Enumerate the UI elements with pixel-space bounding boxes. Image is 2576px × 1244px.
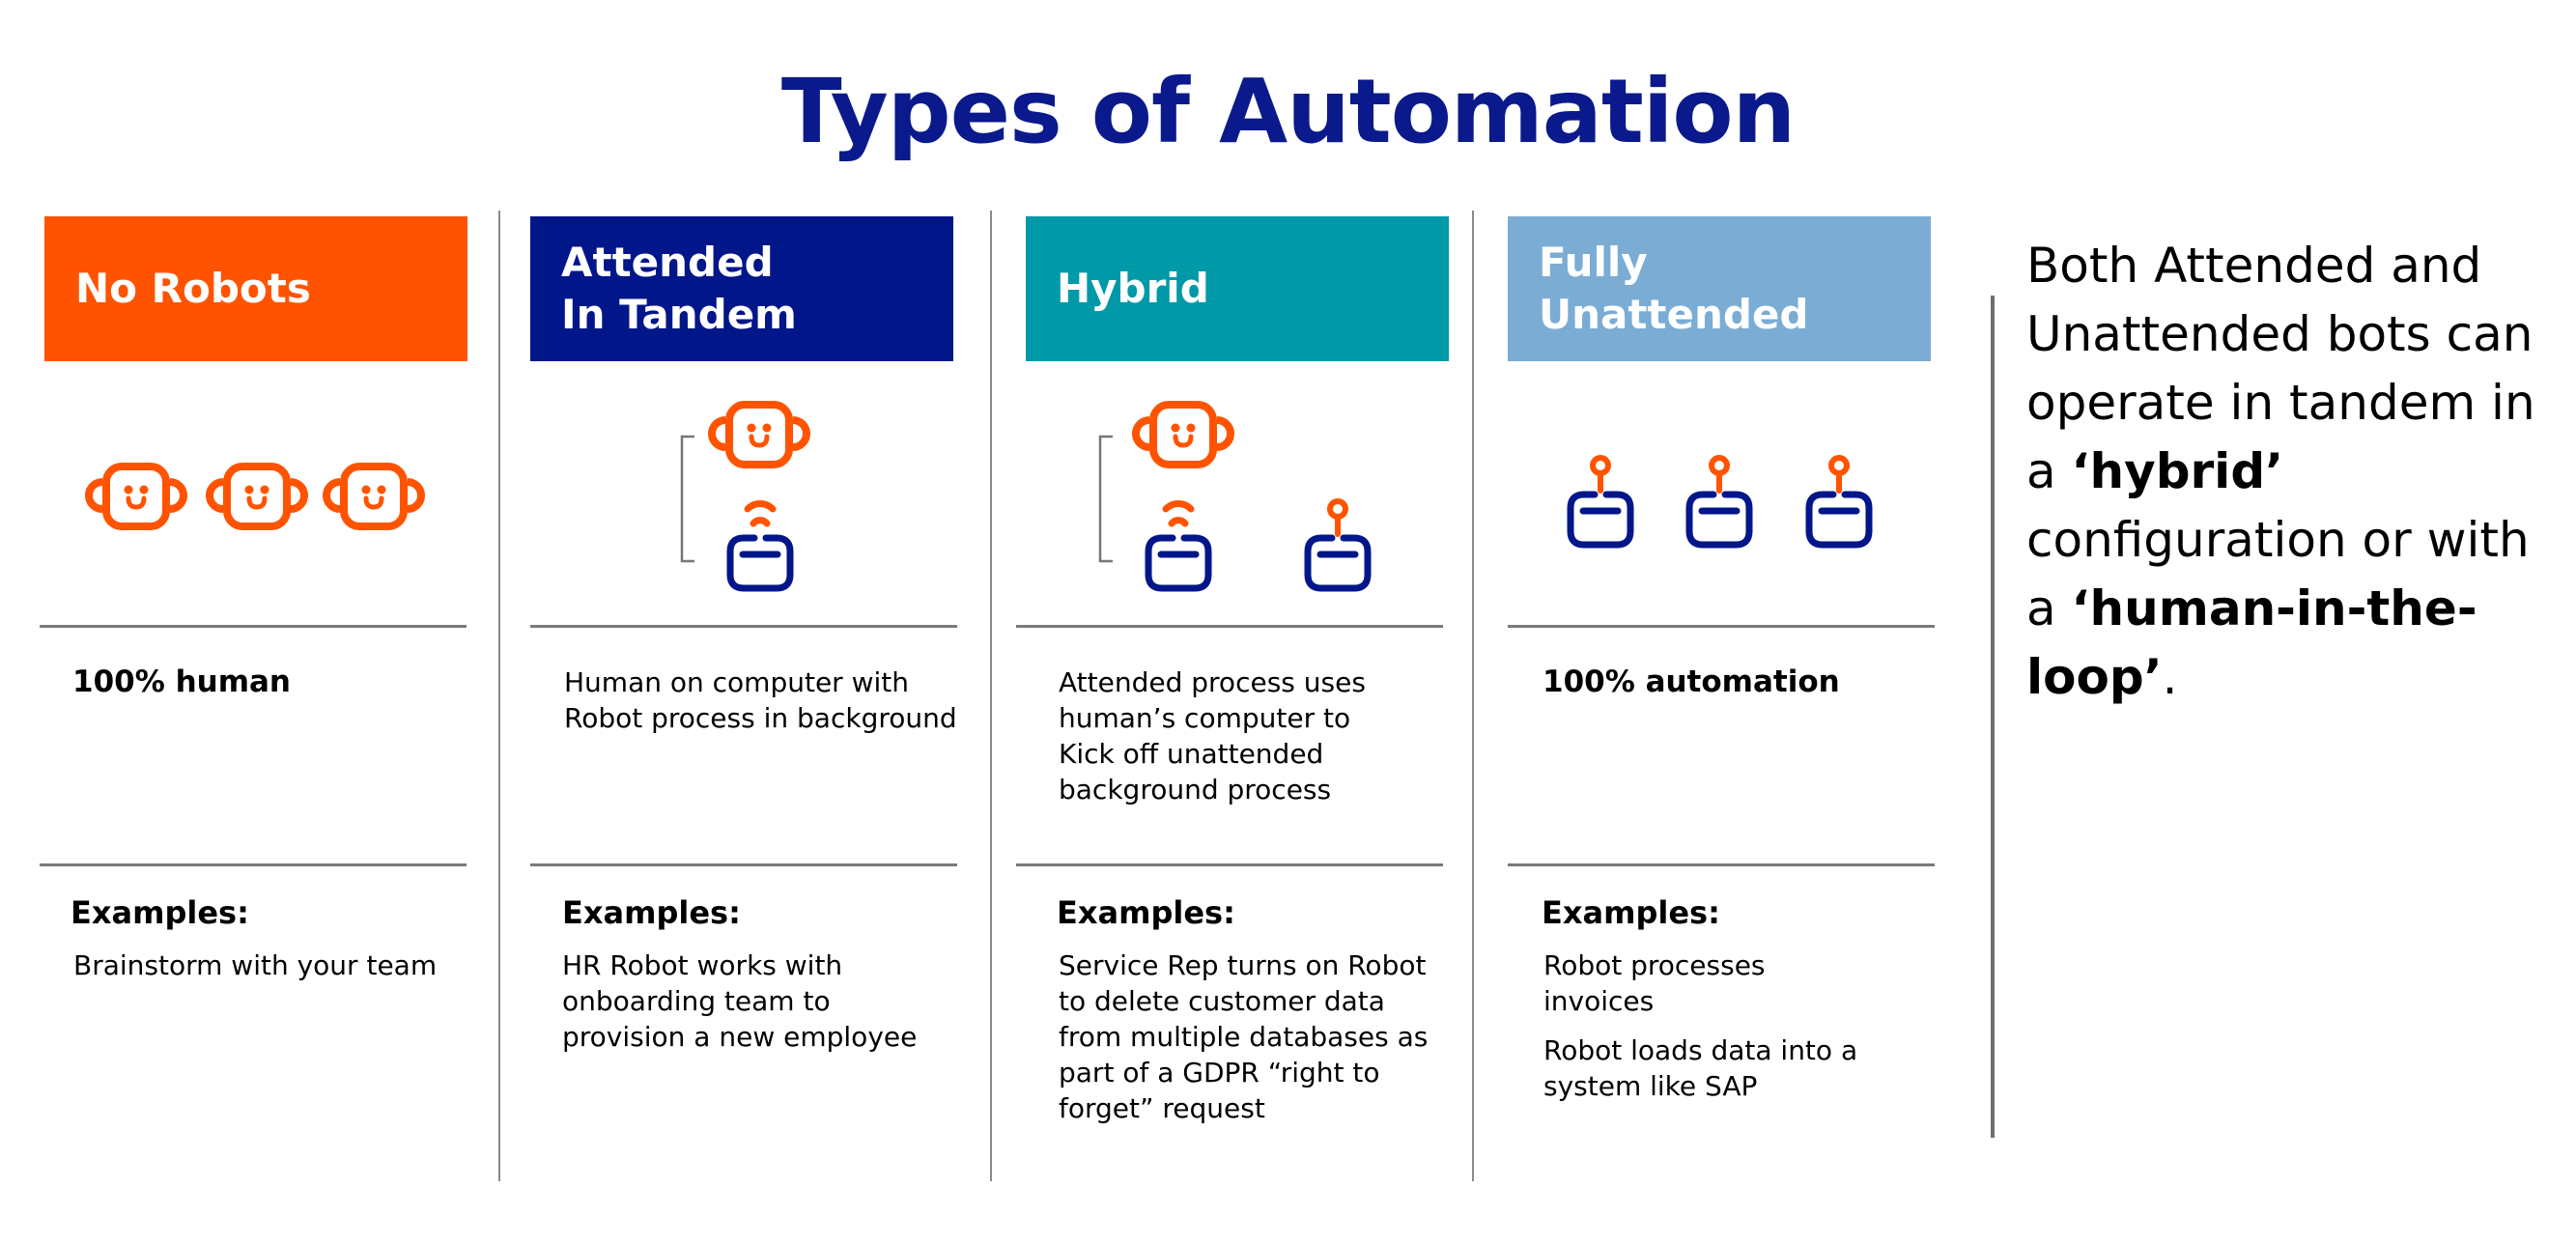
side-note-line: Both Attended and: [2026, 232, 2567, 300]
header-line: Unattended: [1539, 291, 1809, 338]
side-note-text: a: [2026, 580, 2072, 636]
human-robot-face-icon: [340, 463, 408, 530]
header-line: Fully: [1539, 239, 1648, 286]
example-line: part of a GDPR “right to: [1059, 1057, 1380, 1088]
side-note-emphasis: ‘hybrid’: [2071, 443, 2284, 499]
example-item: Brainstorm with your team: [73, 947, 469, 983]
example-line: system like SAP: [1543, 1070, 1758, 1102]
description-fully-unattended: 100% automation: [1543, 664, 1948, 700]
description-line: Robot process in background: [564, 702, 957, 734]
attended-bot-wifi-icon: [726, 534, 794, 592]
examples-attended: HR Robot works with onboarding team to p…: [562, 947, 958, 1068]
column-divider: [990, 211, 992, 1181]
side-note-emphasis: loop’: [2026, 649, 2163, 705]
side-note-text: configuration or with: [2026, 512, 2530, 568]
row-separator: [530, 863, 957, 866]
row-separator: [1508, 625, 1935, 628]
description-line: Kick off unattended: [1059, 738, 1324, 770]
header-no-robots: No Robots: [44, 216, 467, 361]
header-line: Hybrid: [1057, 265, 1209, 312]
side-note-text: operate in tandem in: [2026, 375, 2535, 431]
example-line: Robot processes: [1543, 949, 1766, 981]
description-line: background process: [1059, 774, 1332, 806]
unattended-bot-antenna-icon: [1567, 491, 1634, 549]
examples-hybrid: Service Rep turns on Robot to delete cus…: [1059, 947, 1474, 1140]
bracket-connector-icon: [680, 435, 694, 563]
row-separator: [1508, 863, 1935, 866]
page-title: Types of Automation: [780, 60, 1796, 163]
example-item: HR Robot works with onboarding team to p…: [562, 947, 958, 1055]
examples-label: Examples:: [71, 894, 249, 931]
header-fully-unattended: Fully Unattended: [1508, 216, 1931, 361]
example-line: invoices: [1543, 985, 1655, 1017]
side-note-text: Unattended bots can: [2026, 306, 2534, 362]
human-robot-face-icon: [1149, 401, 1217, 468]
unattended-bot-antenna-icon: [1304, 534, 1372, 592]
side-note-line: a ‘human-in-the-: [2026, 575, 2567, 643]
description-line: 100% human: [72, 664, 291, 699]
side-note-line: loop’.: [2026, 643, 2567, 712]
examples-label: Examples:: [1057, 894, 1235, 931]
example-item: Robot processes invoices: [1543, 947, 1939, 1019]
row-separator: [40, 625, 467, 628]
example-line: HR Robot works with: [562, 949, 843, 981]
side-note-line: configuration or with: [2026, 506, 2567, 575]
header-line: In Tandem: [561, 291, 797, 338]
side-note-line: Unattended bots can: [2026, 300, 2567, 369]
column-divider: [498, 211, 500, 1181]
human-robot-face-icon: [725, 401, 793, 468]
row-separator: [40, 863, 467, 866]
example-item: Robot loads data into a system like SAP: [1543, 1032, 1939, 1104]
side-note-text: a: [2026, 443, 2072, 499]
header-attended-in-tandem: Attended In Tandem: [530, 216, 953, 361]
human-robot-face-icon: [102, 463, 170, 530]
description-line: Attended process uses: [1059, 666, 1366, 698]
header-line: No Robots: [75, 265, 311, 312]
side-note-emphasis: ‘human-in-the-: [2071, 580, 2477, 636]
side-note-divider: [1991, 296, 1995, 1138]
examples-no-robots: Brainstorm with your team: [73, 947, 469, 997]
example-line: Service Rep turns on Robot: [1059, 949, 1427, 981]
examples-label: Examples:: [1542, 894, 1720, 931]
examples-fully-unattended: Robot processes invoices Robot loads dat…: [1543, 947, 1939, 1117]
attended-bot-wifi-icon: [1145, 534, 1212, 592]
human-robot-face-icon: [223, 463, 291, 530]
example-line: to delete customer data: [1059, 985, 1385, 1017]
unattended-bot-antenna-icon: [1685, 491, 1753, 549]
row-separator: [530, 625, 957, 628]
unattended-bot-antenna-icon: [1805, 491, 1873, 549]
row-separator: [1016, 863, 1443, 866]
description-line: 100% automation: [1543, 664, 1840, 699]
description-attended: Human on computer with Robot process in …: [564, 664, 970, 736]
side-note-text: Both Attended and: [2026, 238, 2482, 294]
description-no-robots: 100% human: [72, 664, 478, 700]
description-line: human’s computer to: [1059, 702, 1351, 734]
header-line: Attended: [561, 239, 774, 286]
example-line: forget” request: [1059, 1092, 1265, 1124]
example-line: provision a new employee: [562, 1021, 918, 1053]
example-item: Service Rep turns on Robot to delete cus…: [1059, 947, 1474, 1126]
bracket-connector-icon: [1098, 435, 1113, 563]
description-hybrid: Attended process uses human’s computer t…: [1059, 664, 1464, 807]
header-hybrid: Hybrid: [1026, 216, 1449, 361]
example-line: onboarding team to: [562, 985, 831, 1017]
side-note: Both Attended and Unattended bots can op…: [2026, 232, 2567, 712]
side-note-text: .: [2162, 649, 2178, 705]
example-line: Robot loads data into a: [1543, 1034, 1858, 1066]
examples-label: Examples:: [562, 894, 741, 931]
side-note-line: operate in tandem in: [2026, 369, 2567, 438]
example-line: from multiple databases as: [1059, 1021, 1429, 1053]
side-note-line: a ‘hybrid’: [2026, 438, 2567, 506]
description-line: Human on computer with: [564, 666, 909, 698]
row-separator: [1016, 625, 1443, 628]
example-line: Brainstorm with your team: [73, 949, 438, 981]
